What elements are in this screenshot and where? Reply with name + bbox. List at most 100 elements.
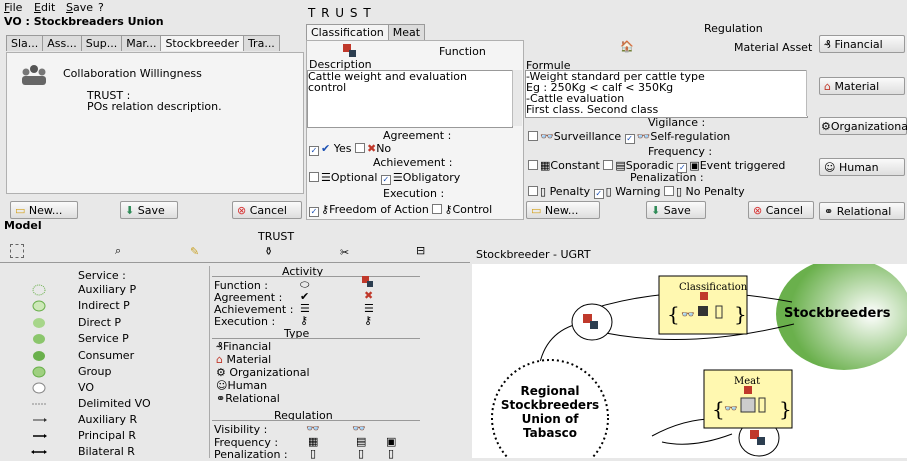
vigilance-surveillance-label: Surveillance xyxy=(553,130,622,143)
save-button-right[interactable]: ⬇ Save xyxy=(646,201,706,219)
agreement-label: Agreement : xyxy=(383,129,452,142)
tab-stockbreeder[interactable]: Stockbreeder xyxy=(160,35,244,51)
menu-file[interactable]: File xyxy=(4,1,22,14)
type-separator xyxy=(212,338,420,339)
cancel-button-left[interactable]: ⊗ Cancel xyxy=(232,201,302,219)
legend-group: Group xyxy=(78,365,112,378)
tab-mar[interactable]: Mar... xyxy=(121,35,162,51)
collaboration-item[interactable]: Collaboration Willingness xyxy=(63,67,202,80)
bucket-tool-icon[interactable]: ⚱ xyxy=(264,245,273,258)
regional-line-1: Regional xyxy=(520,384,580,398)
person-icon: ☺ xyxy=(216,379,228,392)
material-button[interactable]: ⌂ Material xyxy=(819,77,905,95)
org-icon: ⚙ xyxy=(216,366,226,379)
legend-principal-r: Principal R xyxy=(78,429,137,442)
penalization-none-checkbox[interactable] xyxy=(663,186,674,196)
vigilance-surveillance-checkbox[interactable] xyxy=(528,131,538,141)
agreement-no-checkbox[interactable] xyxy=(354,143,365,153)
glasses-icon: 👓 xyxy=(540,130,554,143)
penalization-penalty-label: Penalty xyxy=(549,185,591,198)
material-label: Material xyxy=(834,80,880,93)
zoom-tool-icon[interactable]: ⌕ xyxy=(115,244,121,258)
new-button-right[interactable]: ▭ New... xyxy=(526,201,600,219)
save-label: Save xyxy=(663,204,691,217)
center-tabs: Classification Meat xyxy=(306,24,426,40)
grid-icon: ▦ xyxy=(540,159,551,172)
type-material: ⌂ Material xyxy=(216,353,271,366)
new-label: New... xyxy=(544,204,579,217)
description-textarea[interactable]: Cattle weight and evaluation control xyxy=(307,70,513,128)
material-asset-icon: 🏠 xyxy=(620,40,634,53)
human-button[interactable]: ☺ Human xyxy=(819,158,905,176)
type-financial-label: Financial xyxy=(223,340,272,353)
diagram-canvas[interactable]: { } { } Classification Meat 👓 👓 Stockbre… xyxy=(472,264,907,458)
penalization-penalty-checkbox[interactable] xyxy=(528,186,538,196)
model-separator xyxy=(0,262,470,263)
svg-text:{: { xyxy=(712,397,725,421)
cancel-button-right[interactable]: ⊗ Cancel xyxy=(748,201,814,219)
regulation-separator xyxy=(212,420,420,421)
glasses-icon: 👓 xyxy=(681,308,695,321)
menu-help[interactable]: ? xyxy=(98,1,104,14)
penalization-warning-label: Warning xyxy=(615,185,661,198)
regional-label: Regional Stockbreeders Union of Tabasco xyxy=(492,384,608,440)
x-icon: ✖ xyxy=(366,142,377,155)
type-organizational-label: Organizational xyxy=(229,366,310,379)
select-tool-icon[interactable] xyxy=(10,244,24,258)
vigilance-self-checkbox[interactable]: ✓ xyxy=(624,134,635,144)
regional-line-4: Tabasco xyxy=(523,426,577,440)
description-scrollbar[interactable] xyxy=(512,70,522,126)
new-button-left[interactable]: ▭ New... xyxy=(10,201,78,219)
tab-classification[interactable]: Classification xyxy=(306,24,389,40)
type-human-label: Human xyxy=(227,379,268,392)
agreement-yes-checkbox[interactable]: ✓ xyxy=(309,146,319,156)
handshake-icon: ⚭ xyxy=(824,205,834,218)
classification-panel: Function Description Cattle weight and e… xyxy=(306,40,524,220)
menu-save[interactable]: Save xyxy=(66,1,93,14)
menu-edit[interactable]: Edit xyxy=(34,1,55,14)
function-label: Function xyxy=(439,45,486,58)
tab-sla[interactable]: Sla... xyxy=(6,35,44,51)
type-organizational: ⚙ Organizational xyxy=(216,366,310,379)
save-icon: ⬇ xyxy=(651,204,661,217)
tab-tra[interactable]: Tra... xyxy=(242,35,280,51)
relational-label: Relational xyxy=(836,205,892,218)
money-icon: ₰ xyxy=(216,340,223,353)
key-icon: ⚷ xyxy=(364,314,373,327)
achievement-row: ☰Optional ✓ ☰Obligatory xyxy=(309,171,460,185)
trust-small-label: TRUST xyxy=(258,230,295,243)
cancel-icon: ⊗ xyxy=(237,204,247,217)
glasses-icon: 👓 xyxy=(352,422,366,435)
tab-ass[interactable]: Ass... xyxy=(42,35,82,51)
type-relational: ⚭Relational xyxy=(216,392,280,405)
achievement-optional-label: Optional xyxy=(330,171,378,184)
scissors-tool-icon[interactable]: ✂ xyxy=(340,246,349,259)
vo-title: VO : Stockbreaders Union xyxy=(4,15,164,28)
frequency-sporadic-checkbox[interactable] xyxy=(603,160,614,170)
achievement-optional-checkbox[interactable] xyxy=(309,172,319,182)
tab-sup[interactable]: Sup... xyxy=(80,35,123,51)
x-icon: ✖ xyxy=(364,289,374,302)
achievement-obligatory-checkbox[interactable]: ✓ xyxy=(380,175,391,185)
traffic-light-icon: ▯ xyxy=(310,447,317,460)
link-tool-icon[interactable]: ⊟ xyxy=(416,244,425,257)
financial-button[interactable]: ₰ Financial xyxy=(819,35,905,53)
save-button-left[interactable]: ⬇ Save xyxy=(120,201,178,219)
org-icon: ⚙ xyxy=(821,120,831,133)
trust-header: T R U S T xyxy=(308,6,372,20)
vigilance-self-label: Self-regulation xyxy=(650,130,731,143)
type-financial: ₰Financial xyxy=(216,340,271,353)
type-material-label: Material xyxy=(226,353,272,366)
formule-textarea[interactable]: -Weight standard per cattle type Eg : 25… xyxy=(525,70,808,118)
glasses-icon: 👓 xyxy=(636,130,651,143)
type-human: ☺Human xyxy=(216,379,267,392)
formule-scrollbar[interactable] xyxy=(806,70,816,116)
frequency-constant-checkbox[interactable] xyxy=(528,160,538,170)
brush-tool-icon[interactable]: ✎ xyxy=(190,245,199,258)
penalization-warning-checkbox[interactable]: ✓ xyxy=(593,189,604,199)
tab-meat[interactable]: Meat xyxy=(387,24,426,40)
type-relational-label: Relational xyxy=(225,392,280,405)
cancel-icon: ⊗ xyxy=(753,204,763,217)
relational-button[interactable]: ⚭ Relational xyxy=(819,202,905,220)
organizational-button[interactable]: ⚙Organizational xyxy=(819,117,907,135)
